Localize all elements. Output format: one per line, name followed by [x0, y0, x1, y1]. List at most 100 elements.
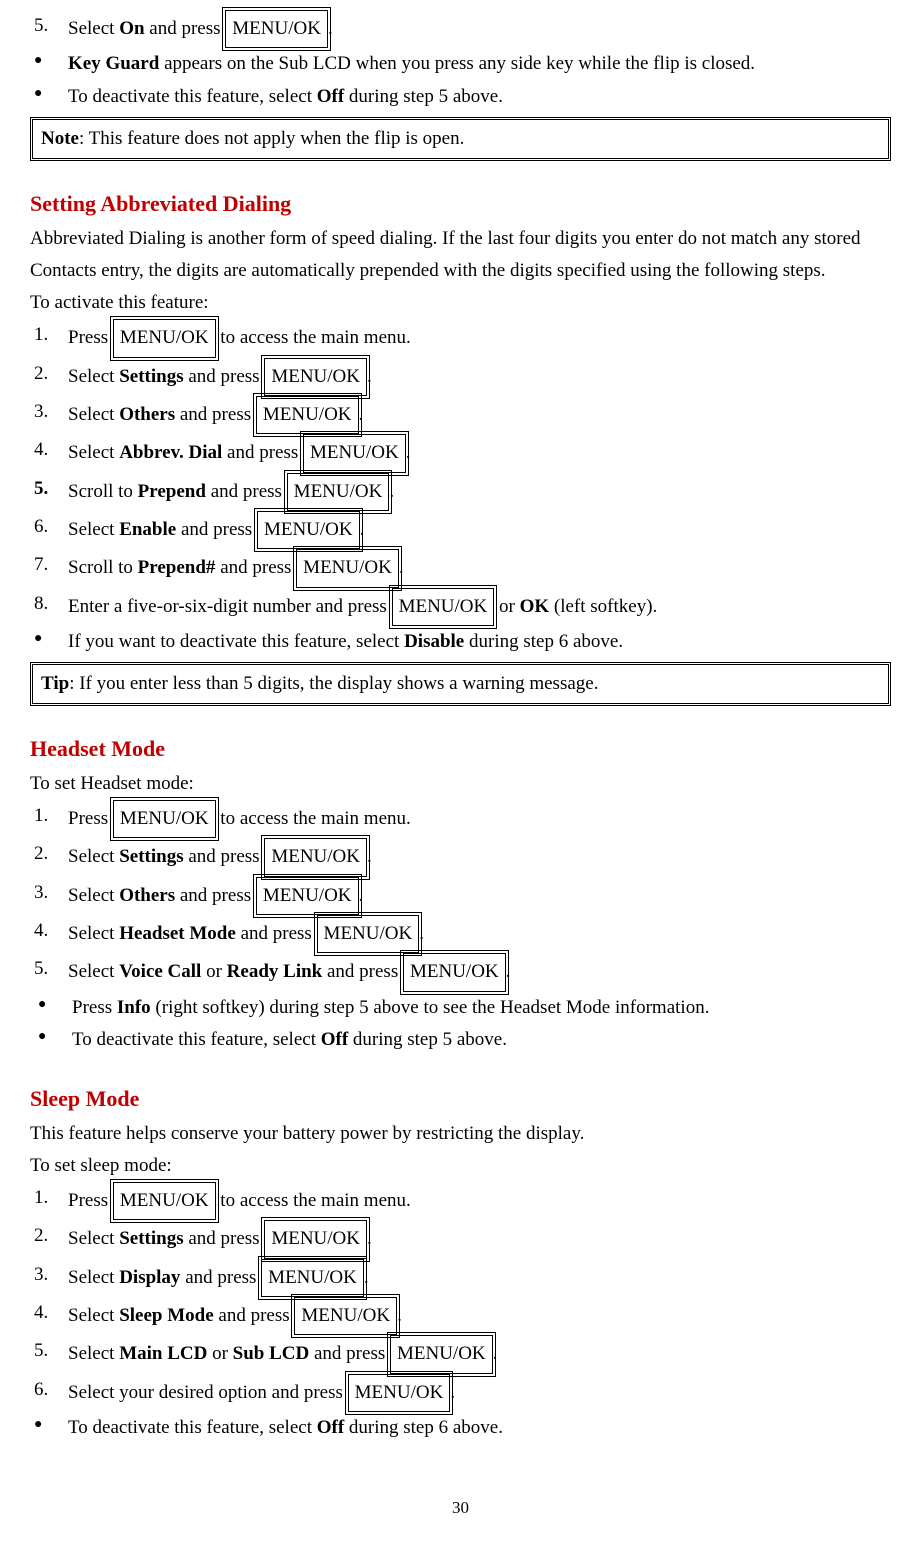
key-menuok: MENU/OK	[390, 1335, 493, 1373]
bullet-text: Key Guard appears on the Sub LCD when yo…	[68, 48, 891, 80]
abbrev-step-5: 5. Scroll to Prepend and press MENU/OK.	[30, 473, 891, 511]
text: .	[399, 557, 404, 578]
bullet-keyguard: ● Key Guard appears on the Sub LCD when …	[30, 48, 891, 80]
bold: Settings	[119, 846, 183, 867]
bold: Ready Link	[227, 961, 323, 982]
step-text: Select Sleep Mode and press MENU/OK.	[68, 1297, 891, 1335]
step-number: 2.	[34, 838, 68, 876]
bold: Enable	[119, 519, 176, 540]
text: and press	[184, 1228, 265, 1249]
step-number: 6.	[34, 511, 68, 549]
text: .	[397, 1305, 402, 1326]
step-text: Scroll to Prepend# and press MENU/OK.	[68, 549, 891, 587]
key-menuok: MENU/OK	[264, 1220, 367, 1258]
heading-sleep: Sleep Mode	[30, 1080, 891, 1117]
step-number: 5.	[34, 953, 68, 991]
bold: Key Guard	[68, 53, 159, 74]
key-menuok: MENU/OK	[264, 838, 367, 876]
step-number: 3.	[34, 877, 68, 915]
step-number: 2.	[34, 1220, 68, 1258]
bold: Settings	[119, 1228, 183, 1249]
headset-lead: To set Headset mode:	[30, 768, 891, 800]
key-menuok: MENU/OK	[225, 10, 328, 48]
text: .	[367, 846, 372, 867]
text: and press	[309, 1343, 390, 1364]
key-menuok: MENU/OK	[264, 358, 367, 396]
text: and press	[145, 18, 226, 39]
bold: Display	[119, 1267, 180, 1288]
tip-label: Tip	[41, 673, 69, 694]
step-number: 5.	[34, 473, 68, 511]
bullet-text: Press Info (right softkey) during step 5…	[72, 992, 891, 1024]
sleep-bullet-deactivate: ● To deactivate this feature, select Off…	[30, 1412, 891, 1444]
abbrev-step-4: 4. Select Abbrev. Dial and press MENU/OK…	[30, 434, 891, 472]
abbrev-step-8: 8. Enter a five-or-six-digit number and …	[30, 588, 891, 626]
note-box: Note: This feature does not apply when t…	[30, 117, 891, 161]
bold: Settings	[119, 366, 183, 387]
bullet-text: To deactivate this feature, select Off d…	[68, 81, 891, 113]
bold: Headset Mode	[119, 923, 236, 944]
step-text: Press MENU/OK to access the main menu.	[68, 800, 891, 838]
abbrev-step-3: 3. Select Others and press MENU/OK.	[30, 396, 891, 434]
step-text: Select Settings and press MENU/OK.	[68, 838, 891, 876]
headset-step-2: 2. Select Settings and press MENU/OK.	[30, 838, 891, 876]
text: Select your desired option and press	[68, 1382, 348, 1403]
text: .	[359, 885, 364, 906]
text: and press	[215, 557, 296, 578]
text: .	[328, 18, 333, 39]
sleep-step-2: 2. Select Settings and press MENU/OK.	[30, 1220, 891, 1258]
headset-step-1: 1. Press MENU/OK to access the main menu…	[30, 800, 891, 838]
step-number: 5.	[34, 1335, 68, 1373]
step-text: Select Others and press MENU/OK.	[68, 396, 891, 434]
step-number: 7.	[34, 549, 68, 587]
text: Select	[68, 1343, 119, 1364]
key-menuok: MENU/OK	[113, 319, 216, 357]
abbrev-bullet: ● If you want to deactivate this feature…	[30, 626, 891, 658]
bold: Prepend	[138, 481, 206, 502]
text: If you want to deactivate this feature, …	[68, 631, 404, 652]
text: and press	[214, 1305, 295, 1326]
text: and press	[184, 366, 265, 387]
text: to access the main menu.	[216, 327, 411, 348]
text: and press	[180, 1267, 261, 1288]
step-text: Select Settings and press MENU/OK.	[68, 358, 891, 396]
text: or	[201, 961, 226, 982]
key-menuok: MENU/OK	[257, 511, 360, 549]
text: appears on the Sub LCD when you press an…	[159, 53, 755, 74]
step-text: Scroll to Prepend and press MENU/OK.	[68, 473, 891, 511]
bullet-icon: ●	[38, 992, 72, 1024]
text: and press	[236, 923, 317, 944]
bold: Off	[317, 86, 344, 107]
headset-bullet-deactivate: ● To deactivate this feature, select Off…	[30, 1024, 891, 1056]
key-menuok: MENU/OK	[317, 915, 420, 953]
step-text: Press MENU/OK to access the main menu.	[68, 319, 891, 357]
text: Select	[68, 1267, 119, 1288]
step-text: Select On and press MENU/OK.	[68, 10, 891, 48]
text: or	[207, 1343, 232, 1364]
bold: Sleep Mode	[119, 1305, 213, 1326]
text: Select	[68, 18, 119, 39]
text: Scroll to	[68, 557, 138, 578]
text: during step 5 above.	[348, 1029, 507, 1050]
text: Select	[68, 442, 119, 463]
headset-step-3: 3. Select Others and press MENU/OK.	[30, 877, 891, 915]
headset-step-4: 4. Select Headset Mode and press MENU/OK…	[30, 915, 891, 953]
step-number: 4.	[34, 915, 68, 953]
text: during step 5 above.	[344, 86, 503, 107]
bold: Others	[119, 885, 175, 906]
step-text: Select Others and press MENU/OK.	[68, 877, 891, 915]
key-menuok: MENU/OK	[392, 588, 495, 626]
text: and press	[184, 846, 265, 867]
text: Enter a five-or-six-digit number and pre…	[68, 596, 392, 617]
text: To deactivate this feature, select	[68, 86, 317, 107]
text: Select	[68, 923, 119, 944]
page-number: 30	[30, 1494, 891, 1523]
bold: Prepend#	[138, 557, 216, 578]
text: and press	[222, 442, 303, 463]
abbrev-step-1: 1. Press MENU/OK to access the main menu…	[30, 319, 891, 357]
bullet-icon: ●	[34, 81, 68, 113]
step-number: 4.	[34, 1297, 68, 1335]
text: and press	[175, 885, 256, 906]
tip-box: Tip: If you enter less than 5 digits, th…	[30, 662, 891, 706]
bullet-text: To deactivate this feature, select Off d…	[72, 1024, 891, 1056]
